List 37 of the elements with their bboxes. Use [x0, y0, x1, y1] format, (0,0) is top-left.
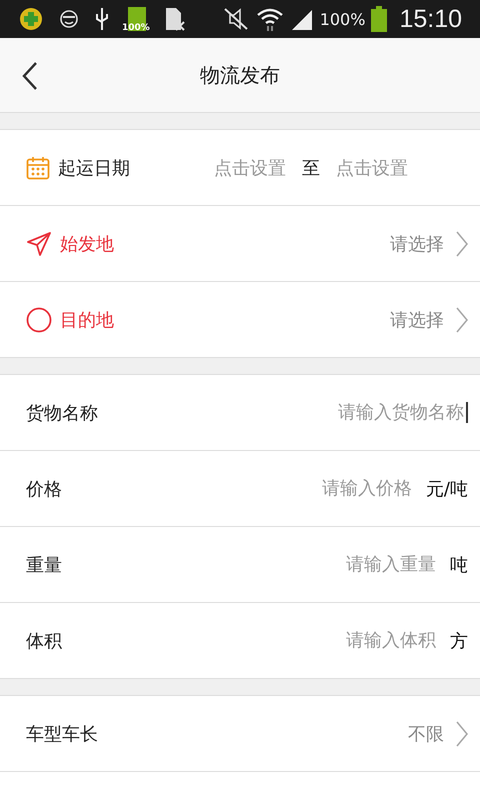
field-label: 货物名称	[26, 402, 98, 424]
field-label: 体积	[26, 630, 62, 652]
input-field[interactable]: 请输入体积	[266, 630, 440, 651]
chevron-icon	[456, 230, 468, 256]
page-title: 物流发布	[200, 62, 280, 88]
field-label: 目的地	[60, 308, 114, 332]
unit-label: 吨	[450, 554, 468, 576]
signal-icon	[290, 8, 314, 30]
mute-icon	[222, 7, 250, 31]
end-date-link[interactable]: 点击设置	[336, 156, 408, 180]
back-icon[interactable]	[22, 62, 38, 90]
input-field[interactable]: 请输入价格	[242, 478, 416, 499]
start-date-link[interactable]: 点击设置	[214, 156, 286, 180]
battery-percent: 100%	[320, 10, 366, 28]
input-field[interactable]: 请输入货物名称	[294, 402, 468, 423]
field-label: 重量	[26, 554, 62, 576]
clock: 15:10	[399, 4, 462, 34]
input-field[interactable]: 请输入重量	[266, 554, 440, 575]
select-button[interactable]: 不限	[408, 720, 468, 746]
wifi-icon	[256, 6, 284, 32]
field-label: 始发地	[60, 232, 114, 256]
select-button[interactable]: 请选择	[390, 230, 468, 256]
face-icon	[58, 9, 80, 29]
select-button[interactable]: 请选择	[390, 306, 468, 332]
unit-label: 方	[450, 630, 468, 652]
field-label: 车型车长	[26, 722, 98, 746]
circle-icon	[26, 306, 52, 332]
field-label: 起运日期	[58, 156, 130, 180]
date-separator: 至	[302, 156, 320, 180]
battery-icon	[371, 6, 388, 32]
paper-plane-icon	[26, 230, 52, 256]
usb-icon	[94, 6, 110, 32]
unit-label: 元/吨	[426, 478, 468, 500]
calendar-icon	[26, 156, 50, 180]
field-label: 价格	[26, 478, 62, 500]
chevron-icon	[456, 306, 468, 332]
chevron-icon	[456, 720, 468, 746]
